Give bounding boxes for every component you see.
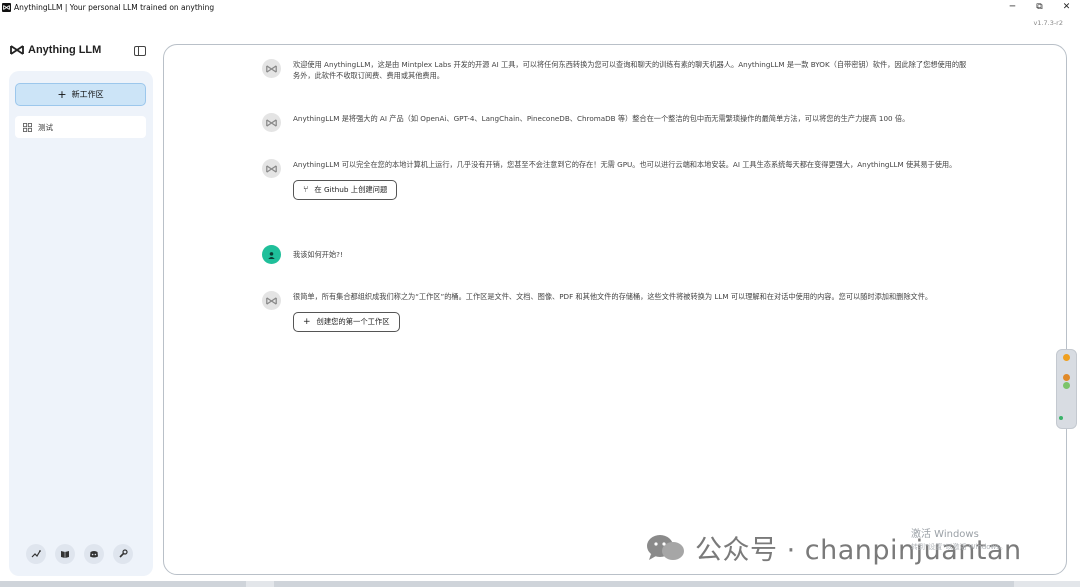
message-text: 我该如何开始?! [293,250,343,259]
chat-message: AnythingLLM 是将强大的 AI 产品（如 OpenAi、GPT-4、L… [262,113,973,132]
window-title: AnythingLLM | Your personal LLM trained … [14,2,215,12]
floating-extension-widget[interactable] [1056,349,1077,429]
restore-button[interactable]: ⧉ [1026,0,1053,14]
extension-dot-icon [1059,416,1063,420]
chat-message: 我该如何开始?! [262,245,973,264]
anythingllm-logo-icon [266,64,277,73]
create-first-workspace-button[interactable]: + 创建您的第一个工作区 [293,312,400,332]
taskbar-segment [0,581,246,587]
assistant-avatar [262,291,281,310]
extension-dot-icon [1063,354,1070,361]
message-text: 欢迎使用 AnythingLLM，这是由 Mintplex Labs 开发的开源… [293,60,967,80]
new-workspace-label: 新工作区 [71,90,104,99]
anythingllm-logo-icon [266,118,277,127]
message-text: AnythingLLM 是将强大的 AI 产品（如 OpenAi、GPT-4、L… [293,114,910,123]
sidebar-toggle-icon[interactable] [134,46,146,56]
docs-book-icon[interactable] [55,544,75,564]
plus-icon: + [57,88,67,101]
sidebar: + 新工作区 测试 [9,71,153,576]
activate-windows-title: 激活 Windows [911,529,979,540]
create-github-issue-label: 在 Github 上创建问题 [314,185,388,194]
extension-dot-icon [1063,374,1070,381]
assistant-avatar [262,159,281,178]
assistant-avatar [262,59,281,78]
close-button[interactable]: ✕ [1053,0,1080,14]
sidebar-footer [26,544,133,564]
anythingllm-logo-icon [266,296,277,305]
version-label: v1.7.3-r2 [1033,19,1063,27]
brand-name: Anything LLM [28,44,102,56]
user-icon [268,251,275,259]
message-text: 很简单，所有集合都组织成我们称之为“工作区”的桶。工作区是文件、文档、图像、PD… [293,292,933,301]
discord-icon[interactable] [84,544,104,564]
create-first-workspace-label: 创建您的第一个工作区 [316,317,390,326]
taskbar [0,581,1080,587]
message-text: AnythingLLM 可以完全在您的本地计算机上运行，几乎没有开销，您甚至不会… [293,160,957,169]
assistant-avatar [262,113,281,132]
user-avatar [262,245,281,264]
activate-windows-subtitle: 转到"设置"以激活 Windows。 [911,543,1007,551]
chat-message: 欢迎使用 AnythingLLM，这是由 Mintplex Labs 开发的开源… [262,59,973,81]
chat-message: AnythingLLM 可以完全在您的本地计算机上运行，几乎没有开销，您甚至不会… [262,159,973,200]
anythingllm-logo-icon [266,164,277,173]
minimize-button[interactable]: ─ [999,0,1026,14]
window-controls: ─ ⧉ ✕ [999,0,1080,14]
taskbar-segment [274,581,1014,587]
community-hub-icon[interactable] [26,544,46,564]
new-workspace-button[interactable]: + 新工作区 [15,83,146,106]
app-logo-icon [2,2,11,12]
wechat-icon [647,534,684,560]
chat-message: 很简单，所有集合都组织成我们称之为“工作区”的桶。工作区是文件、文档、图像、PD… [262,291,973,332]
brand-logo: Anything LLM [10,44,101,56]
extension-dot-icon [1063,382,1070,389]
workspace-name: 测试 [38,122,53,132]
anythingllm-logo-icon [10,45,24,55]
grid-icon [23,122,32,132]
git-branch-icon: ⑂ [303,184,309,195]
window-titlebar: AnythingLLM | Your personal LLM trained … [0,0,1080,14]
chat-panel: 欢迎使用 AnythingLLM，这是由 Mintplex Labs 开发的开源… [163,44,1067,575]
settings-wrench-icon[interactable] [113,544,133,564]
workspace-item[interactable]: 测试 [15,116,146,138]
plus-icon: + [303,316,311,327]
create-github-issue-button[interactable]: ⑂ 在 Github 上创建问题 [293,180,398,200]
